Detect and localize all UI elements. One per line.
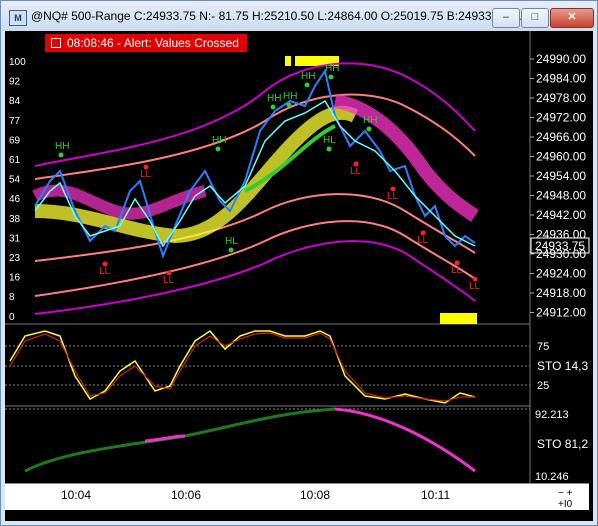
hh-dot: [304, 82, 310, 88]
time-label: 10:06: [171, 488, 202, 502]
hh-label: HH: [212, 135, 226, 146]
left-scale-label: 69: [9, 135, 21, 146]
price-axis[interactable]: 24990.00 24984.00 24978.00 24972.00 24966.00…: [530, 52, 586, 320]
ll-label: LL: [99, 266, 111, 277]
price-tick-label: 24918.00: [536, 286, 586, 300]
hh-label: HH: [283, 91, 297, 102]
sto1-label: STO 14,3: [537, 359, 588, 373]
alert-text: 08:08:46 - Alert: Values Crossed: [67, 36, 239, 50]
ll-label: LL: [387, 191, 399, 202]
hh-dot: [286, 102, 292, 108]
price-tick-label: 24912.00: [536, 306, 586, 320]
left-scale-label: 100: [9, 57, 26, 68]
price-tick-label: 24990.00: [536, 52, 586, 66]
price-tick-label: 24942.00: [536, 208, 586, 222]
sto-k-line: [9, 330, 476, 404]
sto2-line-green: [24, 407, 336, 473]
time-label: 10:11: [421, 488, 451, 502]
left-scale-label: 46: [9, 194, 21, 205]
ll-label: LL: [140, 169, 152, 180]
left-scale-label: 8: [9, 292, 15, 303]
close-button[interactable]: ✕: [550, 8, 594, 28]
hh-label: HH: [363, 115, 377, 126]
left-scale-label: 92: [9, 77, 21, 88]
price-tick-label: 24954.00: [536, 169, 586, 183]
time-label: 10:04: [61, 488, 92, 502]
alert-icon: [51, 38, 61, 48]
title-bar[interactable]: M @NQ# 500-Range C:24933.75 N:- 81.75 H:…: [1, 1, 597, 31]
price-tick-label: 24936.00: [536, 228, 586, 242]
left-scale-label: 77: [9, 116, 21, 127]
ll-label: LL: [163, 275, 175, 286]
hh-dot: [328, 74, 334, 80]
hh-label: HH: [301, 71, 315, 82]
marker-yellow: [440, 313, 477, 324]
price-tick-label: 24960.00: [536, 150, 586, 164]
hh-dot: [215, 146, 221, 152]
zoom-minus-button[interactable]: −: [558, 488, 564, 499]
zoom-controls[interactable]: − + +I0: [558, 488, 572, 510]
hh-label: HH: [55, 141, 69, 152]
alert-banner[interactable]: 08:08:46 - Alert: Values Crossed: [45, 34, 247, 52]
chart-svg: HHHHHH HHHHHHHHLLLLLLLLLLLLLLLLHLHL 24933…: [5, 31, 590, 483]
chart-area[interactable]: HH HH HH HH HH HH HH LL LL LL LL LL LL LL LL HL HL 24933…: [5, 31, 593, 521]
sto2-label: STO 81,2: [537, 437, 588, 451]
price-tick-label: 24972.00: [536, 111, 586, 125]
chart-window: M @NQ# 500-Range C:24933.75 N:- 81.75 H:…: [0, 0, 598, 526]
left-scale-label: 31: [9, 233, 21, 244]
maximize-button[interactable]: □: [521, 8, 549, 28]
sto2-line-magenta: [334, 407, 476, 473]
sto-level-75-label: 75: [537, 341, 549, 353]
price-tick-label: 24930.00: [536, 247, 586, 261]
time-axis[interactable]: 10:04 10:06 10:08 10:11: [5, 483, 589, 510]
left-scale-label: 23: [9, 253, 21, 264]
left-scale-label: 84: [9, 96, 21, 107]
ll-label: LL: [469, 281, 481, 292]
hh-dot: [270, 104, 276, 110]
minimize-button[interactable]: –: [492, 8, 520, 28]
sto-level-25-label: 25: [537, 380, 549, 392]
left-scale-label: 16: [9, 273, 21, 284]
hh-label: HH: [267, 93, 281, 104]
hh-dot: [366, 126, 372, 132]
left-scale-label: 61: [9, 155, 21, 166]
io-button[interactable]: +I0: [558, 499, 572, 510]
sto2-bottom-label: 10.246: [535, 471, 569, 483]
price-tick-label: 24966.00: [536, 130, 586, 144]
time-label: 10:08: [300, 488, 331, 502]
left-scale-label: 0: [9, 312, 15, 323]
sto2-top-label: 92.213: [535, 409, 569, 421]
sto-d-line: [9, 332, 475, 402]
left-scale-label: 38: [9, 214, 21, 225]
hl-label: HL: [225, 236, 238, 247]
price-tick-label: 24984.00: [536, 72, 586, 86]
price-tick-label: 24948.00: [536, 189, 586, 203]
hl-label: HL: [323, 135, 336, 146]
hh-label: HH: [325, 63, 339, 74]
chart-app-icon[interactable]: M: [9, 10, 27, 26]
hl-dot: [326, 146, 332, 152]
marker-yellow: [285, 56, 291, 66]
window-title: @NQ# 500-Range C:24933.75 N:- 81.75 H:25…: [31, 9, 522, 23]
price-tick-label: 24978.00: [536, 91, 586, 105]
ll-label: LL: [451, 265, 463, 276]
hl-dot: [228, 247, 234, 253]
ll-label: LL: [417, 235, 429, 246]
hh-dot: [58, 152, 64, 158]
left-scale-label: 54: [9, 175, 21, 186]
price-tick-label: 24924.00: [536, 267, 586, 281]
ll-label: LL: [350, 166, 362, 177]
zoom-plus-button[interactable]: +: [567, 488, 573, 499]
